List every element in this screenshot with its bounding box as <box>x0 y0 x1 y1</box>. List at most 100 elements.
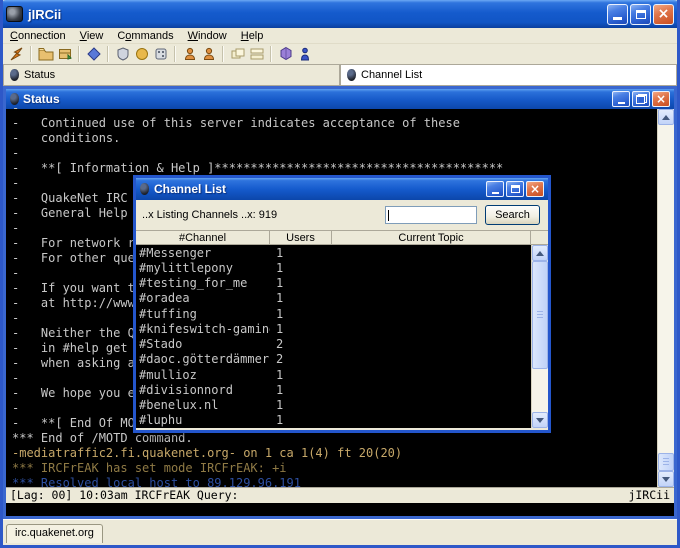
scroll-down-button[interactable] <box>658 471 674 487</box>
coin-icon[interactable] <box>132 45 151 63</box>
channel-name: #daoc.götterdämmeru <box>139 352 270 367</box>
dialog-maximize-button[interactable] <box>506 181 524 197</box>
channel-table: #Messenger 1 #mylittlepony 1 #testing_fo… <box>136 245 531 428</box>
folder-open-icon[interactable] <box>36 45 55 63</box>
tab-channel-list[interactable]: Channel List <box>340 64 677 86</box>
toolbar-separator <box>222 46 224 62</box>
minimize-button[interactable] <box>607 3 628 25</box>
channel-users: 2 <box>276 337 284 352</box>
package-icon[interactable] <box>55 45 74 63</box>
server-tab-bar: irc.quakenet.org <box>3 519 677 545</box>
toolbar <box>3 44 677 64</box>
message-input[interactable] <box>6 502 674 516</box>
channel-row[interactable]: #knifeswitch-gaming 1 <box>136 321 531 336</box>
channel-name: #tuffing <box>139 306 197 321</box>
channel-users: 1 <box>276 382 284 397</box>
close-button[interactable]: × <box>653 3 674 25</box>
column-header-channel[interactable]: #Channel <box>136 231 270 245</box>
close-icon: × <box>657 6 670 22</box>
channel-row[interactable]: #Messenger 1 <box>136 245 531 260</box>
scroll-down-button[interactable] <box>532 412 548 428</box>
scroll-track[interactable] <box>532 261 548 412</box>
client-name-text: jIRCii <box>628 488 670 502</box>
gem-icon[interactable] <box>276 45 295 63</box>
log-line: - conditions. <box>12 131 121 145</box>
scroll-track[interactable] <box>658 125 674 471</box>
channel-row[interactable]: #tuffing 1 <box>136 306 531 321</box>
channel-row[interactable]: #testing_for_me 1 <box>136 276 531 291</box>
channel-name: #divisionnord <box>139 382 233 397</box>
channel-users: 1 <box>276 306 284 321</box>
dialog-minimize-button[interactable] <box>486 181 504 197</box>
menu-item[interactable]: Commands <box>110 29 180 43</box>
log-line: *** Resolved local host to 89.129.96.191 <box>12 476 301 487</box>
connect-icon[interactable] <box>7 45 26 63</box>
scroll-thumb[interactable] <box>658 453 674 471</box>
app-icon <box>6 6 23 22</box>
scroll-thumb[interactable] <box>532 261 548 369</box>
menu-item[interactable]: Connection <box>3 29 73 43</box>
channel-name: #Stado <box>139 337 183 352</box>
scroll-up-button[interactable] <box>658 109 674 125</box>
menu-item[interactable]: Window <box>181 29 234 43</box>
channel-row[interactable]: #divisionnord 1 <box>136 382 531 397</box>
channel-name: #Messenger <box>139 245 212 260</box>
lag-time-query-text: [Lag: 00] 10:03am IRCFrEAK Query: <box>10 488 239 502</box>
shield-icon[interactable] <box>113 45 132 63</box>
log-line: - Continued use of this server indicates… <box>12 116 460 130</box>
scripts-icon[interactable] <box>84 45 103 63</box>
tab-bar: Status Channel List <box>3 64 677 86</box>
person-blue-icon[interactable] <box>295 45 314 63</box>
column-header-users[interactable]: Users <box>270 231 332 245</box>
channel-users: 1 <box>276 245 284 260</box>
channel-name: #knifeswitch-gaming <box>139 321 270 336</box>
tab-status[interactable]: Status <box>3 64 340 86</box>
channel-row[interactable]: #Stado 2 <box>136 337 531 352</box>
close-icon: × <box>529 182 541 196</box>
maximize-button[interactable] <box>630 3 651 25</box>
dice-icon[interactable] <box>151 45 170 63</box>
tab-label: Channel List <box>361 69 423 81</box>
arrow-down-icon <box>536 417 544 423</box>
channel-list-dialog: Channel List × ..x Listing Channels ..x:… <box>133 175 551 433</box>
toolbar-separator <box>174 46 176 62</box>
titlebar[interactable]: jIRCii × <box>3 0 677 28</box>
dialog-icon <box>140 183 149 195</box>
channel-row[interactable]: #luphu 1 <box>136 413 531 428</box>
maximize-icon <box>635 9 646 19</box>
channel-row[interactable]: #oradea 1 <box>136 291 531 306</box>
log-line: - <box>12 101 20 115</box>
toolbar-separator <box>107 46 109 62</box>
channel-name: #oradea <box>139 291 190 306</box>
scroll-up-button[interactable] <box>532 245 548 261</box>
arrow-up-icon <box>536 250 544 256</box>
user-orange2-icon[interactable] <box>199 45 218 63</box>
window-title: jIRCii <box>28 6 62 22</box>
channel-row[interactable]: #mylittlepony 1 <box>136 260 531 275</box>
channel-row[interactable]: #daoc.götterdämmeru 2 <box>136 352 531 367</box>
log-line: *** End of /MOTD command. <box>12 431 193 445</box>
channel-row[interactable]: #mullioz 1 <box>136 367 531 382</box>
log-line: - <box>12 146 20 160</box>
server-tab-quakenet[interactable]: irc.quakenet.org <box>6 524 103 543</box>
channel-users: 2 <box>276 352 284 367</box>
menu-bar: Connection View Commands Window Help <box>3 28 677 44</box>
arrow-up-icon <box>662 114 670 120</box>
toolbar-separator <box>270 46 272 62</box>
tab-label: Status <box>24 69 56 81</box>
dialog-close-button[interactable]: × <box>526 181 544 197</box>
search-button[interactable]: Search <box>485 205 540 225</box>
search-input[interactable] <box>385 206 477 224</box>
dialog-scrollbar[interactable] <box>531 245 548 428</box>
channel-table-header: #Channel Users Current Topic <box>136 230 548 245</box>
menu-item[interactable]: Help <box>234 29 271 43</box>
channel-row[interactable]: #benelux.nl 1 <box>136 398 531 413</box>
dialog-titlebar[interactable]: Channel List × <box>136 178 548 200</box>
listing-status-text: ..x Listing Channels ..x: 919 <box>142 209 278 221</box>
status-scrollbar[interactable] <box>657 109 674 487</box>
column-header-topic[interactable]: Current Topic <box>332 231 531 245</box>
window-tile-icon[interactable] <box>228 45 247 63</box>
menu-item[interactable]: View <box>73 29 111 43</box>
user-orange-icon[interactable] <box>180 45 199 63</box>
window-cascade-icon[interactable] <box>247 45 266 63</box>
